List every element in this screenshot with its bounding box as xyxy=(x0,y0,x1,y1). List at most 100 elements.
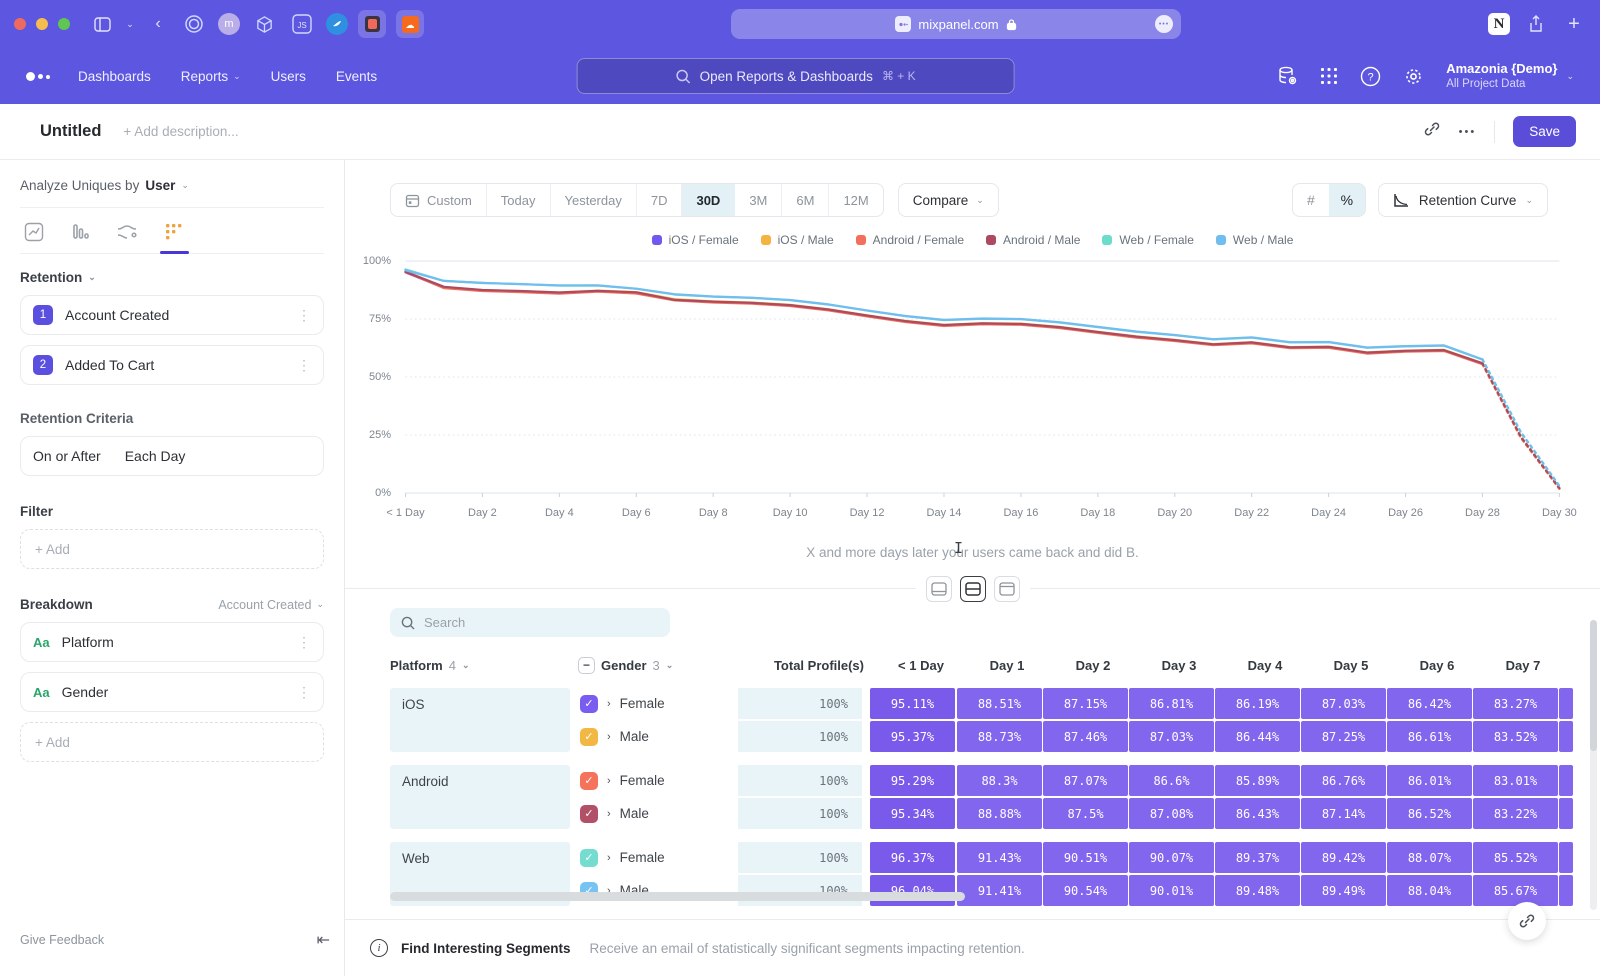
breakdown-platform[interactable]: Aa Platform ⋮ xyxy=(20,622,324,662)
retention-value-cell[interactable]: 86.52% xyxy=(1387,798,1472,829)
series-checkbox[interactable]: ✓ xyxy=(580,728,598,746)
add-filter-button[interactable]: + Add xyxy=(20,529,324,569)
tab-soundcloud-icon[interactable]: ☁ xyxy=(396,10,424,38)
save-button[interactable]: Save xyxy=(1513,116,1576,147)
day-column-header[interactable]: < 1 Day xyxy=(878,658,964,673)
retention-value-cell[interactable]: 91.41% xyxy=(957,875,1042,906)
series-checkbox[interactable]: ✓ xyxy=(580,695,598,713)
retention-section-label[interactable]: Retention⌄ xyxy=(20,270,324,285)
analyze-value-dropdown[interactable]: User xyxy=(145,178,175,193)
share-link-fab[interactable] xyxy=(1508,902,1546,940)
retention-value-cell[interactable]: 86.42% xyxy=(1387,688,1472,719)
breakdown-scope-dropdown[interactable]: Account Created⌄ xyxy=(218,598,324,612)
layout-top-icon[interactable] xyxy=(994,576,1020,602)
vertical-scrollbar[interactable] xyxy=(1590,620,1597,910)
project-switcher[interactable]: Amazonia {Demo} All Project Data ⌄ xyxy=(1446,61,1574,92)
total-profiles-header[interactable]: Total Profile(s) xyxy=(746,658,878,673)
range-12m[interactable]: 12M xyxy=(829,184,882,216)
tab-line-chart[interactable] xyxy=(24,222,44,253)
day-column-header[interactable]: Day 7 xyxy=(1480,658,1566,673)
retention-value-cell[interactable]: 87.46% xyxy=(1043,721,1128,752)
legend-item[interactable]: Android / Female xyxy=(856,233,964,247)
range-today[interactable]: Today xyxy=(487,184,551,216)
gender-cell[interactable]: ✓›Female xyxy=(578,765,738,796)
series-checkbox[interactable]: ✓ xyxy=(580,849,598,867)
expand-row-icon[interactable]: › xyxy=(607,852,611,864)
series-checkbox[interactable]: ✓ xyxy=(580,772,598,790)
retention-value-cell[interactable]: 87.03% xyxy=(1129,721,1214,752)
retention-value-cell[interactable]: 87.14% xyxy=(1301,798,1386,829)
kebab-menu-icon[interactable]: ⋮ xyxy=(297,684,311,701)
tab-flow-chart[interactable] xyxy=(116,222,138,253)
nav-events[interactable]: Events xyxy=(336,69,377,84)
gender-cell[interactable]: ✓›Male xyxy=(578,721,738,752)
range-6m[interactable]: 6M xyxy=(782,184,829,216)
retention-value-cell[interactable]: 88.88% xyxy=(957,798,1042,829)
platform-column-header[interactable]: Platform4⌄ xyxy=(390,658,578,673)
retention-value-cell[interactable]: 86.6% xyxy=(1129,765,1214,796)
close-window-button[interactable] xyxy=(14,18,26,30)
kebab-menu-icon[interactable]: ⋮ xyxy=(297,307,311,324)
range-custom[interactable]: Custom xyxy=(391,184,487,216)
retention-value-cell[interactable]: 91.43% xyxy=(957,842,1042,873)
table-search[interactable] xyxy=(390,608,670,637)
retention-value-cell[interactable]: 96.04% xyxy=(870,875,955,906)
gender-cell[interactable]: ✓›Female xyxy=(578,688,738,719)
retention-value-cell[interactable]: 83.27% xyxy=(1473,688,1558,719)
legend-item[interactable]: iOS / Male xyxy=(761,233,834,247)
range-3m[interactable]: 3M xyxy=(735,184,782,216)
retention-step-1[interactable]: 1 Account Created ⋮ xyxy=(20,295,324,335)
day-column-header[interactable]: Day 3 xyxy=(1136,658,1222,673)
retention-value-cell[interactable]: 86.19% xyxy=(1215,688,1300,719)
expand-row-icon[interactable]: › xyxy=(607,698,611,710)
retention-value-cell[interactable]: 89.37% xyxy=(1215,842,1300,873)
retention-value-cell[interactable]: 88.04% xyxy=(1387,875,1472,906)
mixpanel-logo-icon[interactable] xyxy=(26,72,50,81)
tab-js-icon[interactable]: JS xyxy=(288,10,316,38)
horizontal-scrollbar[interactable] xyxy=(390,892,965,901)
retention-value-cell[interactable]: 87.03% xyxy=(1301,688,1386,719)
gender-column-header[interactable]: − Gender3⌄ xyxy=(578,657,746,674)
series-checkbox[interactable]: ✓ xyxy=(580,805,598,823)
nav-dashboards[interactable]: Dashboards xyxy=(78,69,151,84)
retention-value-cell[interactable]: 95.37% xyxy=(870,721,955,752)
retention-value-cell[interactable]: 85.52% xyxy=(1473,842,1558,873)
retention-value-cell[interactable]: 96.37% xyxy=(870,842,955,873)
retention-value-cell[interactable]: 86.43% xyxy=(1215,798,1300,829)
data-management-icon[interactable] xyxy=(1276,65,1298,87)
retention-value-cell[interactable]: 87.08% xyxy=(1129,798,1214,829)
new-tab-icon[interactable]: + xyxy=(1562,12,1586,36)
nav-reports[interactable]: Reports⌄ xyxy=(181,69,241,84)
zoom-window-button[interactable] xyxy=(58,18,70,30)
retention-value-cell[interactable]: 89.48% xyxy=(1215,875,1300,906)
select-all-checkbox[interactable]: − xyxy=(578,657,595,674)
add-breakdown-button[interactable]: + Add xyxy=(20,722,324,762)
expand-row-icon[interactable]: › xyxy=(607,808,611,820)
criteria-mode-select[interactable]: On or After xyxy=(33,448,101,464)
retention-value-cell[interactable]: 88.07% xyxy=(1387,842,1472,873)
retention-value-cell[interactable]: 95.34% xyxy=(870,798,955,829)
tab-cube-icon[interactable] xyxy=(250,10,278,38)
retention-value-cell[interactable]: 87.25% xyxy=(1301,721,1386,752)
retention-value-cell[interactable]: 86.01% xyxy=(1387,765,1472,796)
retention-value-cell[interactable]: 83.01% xyxy=(1473,765,1558,796)
help-icon[interactable]: ? xyxy=(1360,66,1381,87)
retention-value-cell[interactable]: 83.52% xyxy=(1473,721,1558,752)
share-icon[interactable] xyxy=(1524,12,1548,36)
retention-value-cell[interactable]: 95.29% xyxy=(870,765,955,796)
platform-cell[interactable]: Android xyxy=(390,765,570,829)
legend-item[interactable]: Web / Male xyxy=(1216,233,1293,247)
retention-value-cell[interactable]: 88.73% xyxy=(957,721,1042,752)
footer-title[interactable]: Find Interesting Segments xyxy=(401,941,571,956)
retention-value-cell[interactable]: 89.49% xyxy=(1301,875,1386,906)
range-30d[interactable]: 30D xyxy=(682,184,735,216)
more-options-button[interactable]: ••• xyxy=(1459,126,1477,138)
criteria-interval-select[interactable]: Each Day xyxy=(125,448,186,464)
gender-cell[interactable]: ✓›Female xyxy=(578,842,738,873)
back-button[interactable]: ‹ xyxy=(146,12,170,36)
legend-item[interactable]: Android / Male xyxy=(986,233,1080,247)
kebab-menu-icon[interactable]: ⋮ xyxy=(297,634,311,651)
day-column-header[interactable]: Day 4 xyxy=(1222,658,1308,673)
line-chart-plot[interactable] xyxy=(395,253,1572,503)
retention-value-cell[interactable]: 86.44% xyxy=(1215,721,1300,752)
